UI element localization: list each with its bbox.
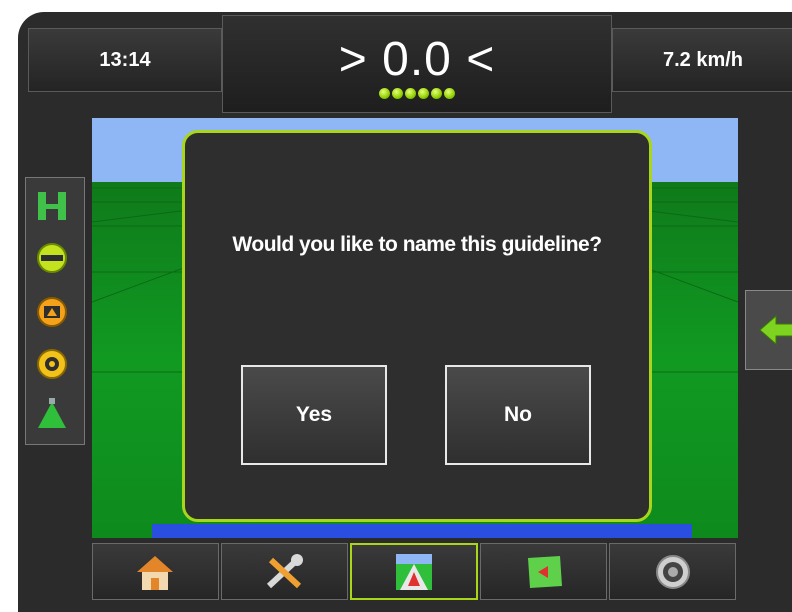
speed-display: 7.2 km/h — [612, 28, 792, 92]
guidance-led — [418, 88, 429, 99]
home-icon — [137, 555, 174, 590]
guidance-led — [379, 88, 390, 99]
camera-icon — [655, 554, 690, 589]
left-toolbar — [25, 177, 85, 445]
arrow-left-icon — [759, 314, 792, 346]
dialog-message: Would you like to name this guideline? — [232, 233, 602, 256]
camera-button[interactable] — [609, 543, 736, 600]
expand-panel-button[interactable] — [745, 290, 792, 370]
speed-text: 7.2 km/h — [662, 48, 744, 71]
guidance-led — [431, 88, 442, 99]
applied-coverage — [152, 524, 692, 538]
spray-pattern-icon[interactable] — [34, 396, 70, 432]
home-button[interactable] — [92, 543, 219, 600]
clock-text: 13:14 — [99, 48, 151, 71]
work-light-icon[interactable] — [34, 294, 70, 330]
yes-button[interactable]: Yes — [241, 365, 387, 465]
tools-icon — [267, 553, 304, 588]
guidance-icon — [395, 553, 432, 590]
cross-track-value: > 0.0 < — [338, 33, 496, 86]
guidance-led — [392, 88, 403, 99]
name-guideline-dialog: Would you like to name this guideline? Y… — [182, 130, 652, 522]
boom-icon[interactable] — [34, 240, 70, 276]
cross-track-display: > 0.0 < — [222, 15, 612, 113]
steering-icon[interactable] — [34, 188, 70, 224]
guidance-button[interactable] — [349, 543, 479, 600]
no-button[interactable]: No — [445, 365, 591, 465]
map-button[interactable] — [480, 543, 608, 600]
bottom-nav — [92, 543, 738, 600]
guidance-led — [405, 88, 416, 99]
clock-display: 13:14 — [28, 28, 222, 92]
pressure-sensor-icon[interactable] — [34, 346, 70, 382]
tools-button[interactable] — [220, 543, 348, 600]
map-icon — [527, 555, 562, 588]
guidance-led-bar — [223, 88, 611, 99]
guidance-led — [444, 88, 455, 99]
